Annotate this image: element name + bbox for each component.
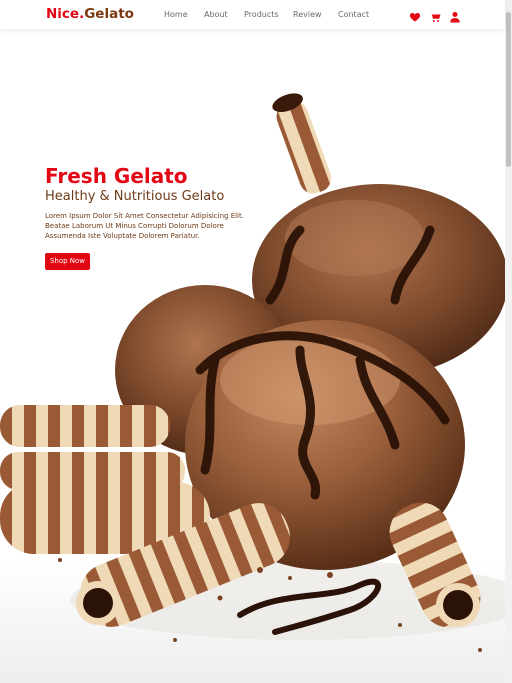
hero-section: Fresh Gelato Healthy & Nutritious Gelato…	[0, 29, 505, 683]
heart-icon[interactable]	[409, 8, 421, 22]
nav-home[interactable]: Home	[164, 9, 188, 20]
site-header: Nice.Gelato Home About Products Review C…	[0, 0, 505, 29]
logo-part-nice: Nice.	[46, 6, 85, 22]
hero-content: Fresh Gelato Healthy & Nutritious Gelato…	[0, 29, 505, 683]
cart-icon[interactable]	[429, 8, 441, 22]
page-scrollbar[interactable]	[505, 0, 512, 683]
hero-title: Fresh Gelato	[45, 164, 188, 188]
nav-products[interactable]: Products	[244, 9, 279, 20]
nav-contact[interactable]: Contact	[338, 9, 369, 20]
user-icon[interactable]	[449, 8, 461, 23]
nav-about[interactable]: About	[204, 9, 228, 20]
logo-part-gelato: Gelato	[84, 6, 134, 22]
hero-description: Lorem Ipsum Dolor Sit Amet Consectetur A…	[45, 212, 244, 240]
nav-review[interactable]: Review	[293, 9, 322, 20]
shop-now-button[interactable]: Shop Now	[45, 253, 90, 270]
scrollbar-thumb[interactable]	[506, 12, 511, 167]
hero-subtitle: Healthy & Nutritious Gelato	[45, 189, 225, 204]
site-logo[interactable]: Nice.Gelato	[46, 5, 134, 24]
